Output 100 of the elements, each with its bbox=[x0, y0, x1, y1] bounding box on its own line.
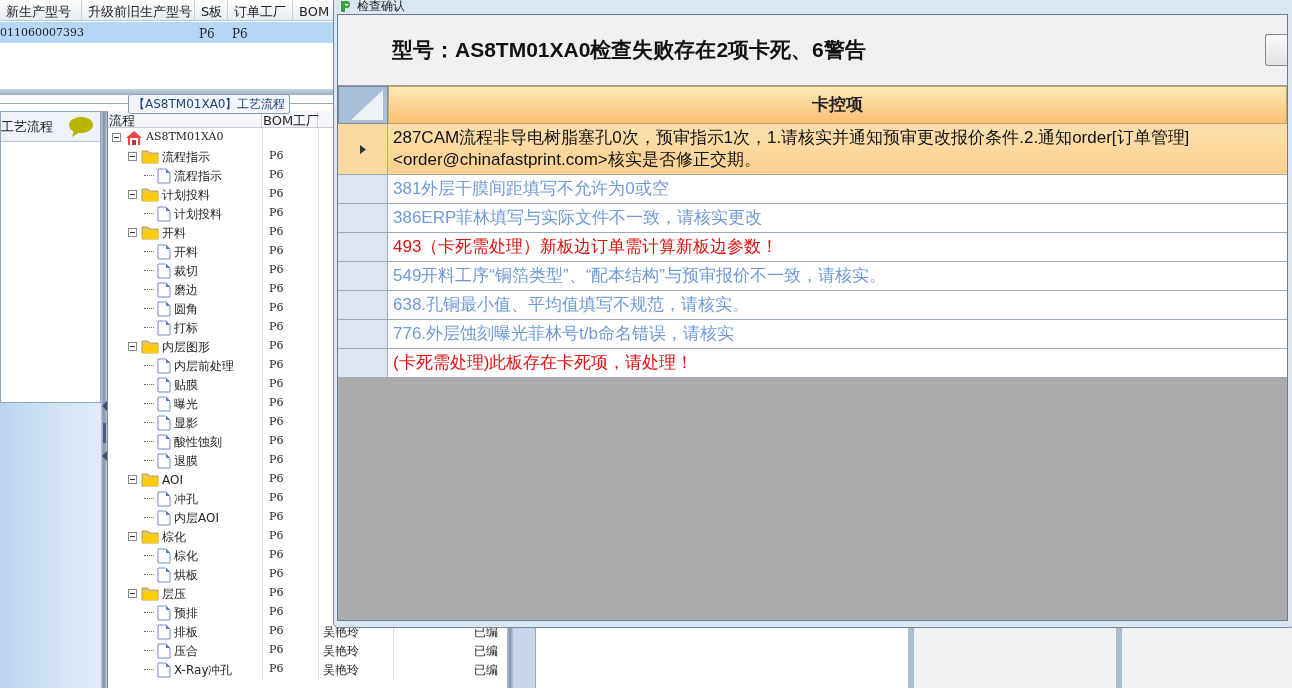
tree-item[interactable]: 排板 bbox=[174, 622, 198, 641]
column-header[interactable]: 升级前旧生产型号 bbox=[82, 0, 195, 20]
tree-item[interactable]: 开料 bbox=[174, 242, 198, 261]
tree-item[interactable]: 棕化 bbox=[162, 527, 186, 546]
collapse-toggle-icon[interactable] bbox=[128, 190, 137, 199]
table-cell: P6 bbox=[269, 357, 284, 374]
tree-item[interactable]: 开料 bbox=[162, 223, 186, 242]
folder-icon bbox=[141, 472, 159, 487]
document-icon bbox=[157, 395, 171, 412]
tree-item[interactable]: 压合 bbox=[174, 641, 198, 660]
table-cell-text: 吴艳玲 bbox=[323, 661, 359, 679]
table-cell: P6 bbox=[269, 243, 284, 260]
tree-item[interactable]: X-Ray冲孔 bbox=[174, 660, 233, 679]
table-cell: P6 bbox=[269, 338, 284, 355]
document-icon bbox=[157, 661, 171, 678]
column-header[interactable]: 新生产型号 bbox=[0, 0, 82, 20]
collapse-toggle-icon[interactable] bbox=[128, 532, 137, 541]
table-cell: P6 bbox=[269, 566, 284, 583]
tree-item[interactable]: AOI bbox=[162, 470, 183, 489]
table-cell: P6 bbox=[269, 262, 284, 279]
tree-item[interactable]: 预排 bbox=[174, 603, 198, 622]
tree-item[interactable]: 磨边 bbox=[174, 280, 198, 299]
tree-item[interactable]: 烘板 bbox=[174, 565, 198, 584]
tree-item[interactable]: AS8TM01XA0 bbox=[146, 129, 224, 146]
current-row-icon bbox=[359, 144, 366, 154]
folder-icon bbox=[141, 586, 159, 601]
tree-item[interactable]: 贴膜 bbox=[174, 375, 198, 394]
document-icon bbox=[157, 604, 171, 621]
document-icon bbox=[157, 490, 171, 507]
tree-item[interactable]: 内层图形 bbox=[162, 337, 210, 356]
table-cell: P6 bbox=[269, 490, 284, 507]
collapse-toggle-icon[interactable] bbox=[128, 589, 137, 598]
tree-item[interactable]: 酸性蚀刻 bbox=[174, 432, 222, 451]
column-header[interactable]: 卡控项 bbox=[388, 86, 1287, 124]
table-cell: P6 bbox=[269, 528, 284, 545]
table-cell: P6 bbox=[269, 471, 284, 488]
column-header[interactable]: 订单工厂 bbox=[228, 0, 293, 20]
folder-icon bbox=[141, 339, 159, 354]
grip-icon bbox=[101, 401, 107, 461]
table-cell: P6 bbox=[269, 224, 284, 241]
table-cell: P6 bbox=[269, 376, 284, 393]
splitter[interactable] bbox=[101, 111, 107, 688]
table-cell-text: 011060007393 bbox=[0, 25, 82, 41]
collapse-toggle-icon[interactable] bbox=[112, 133, 121, 142]
column-header[interactable]: 流程 bbox=[108, 111, 262, 127]
column-header[interactable]: S板 bbox=[195, 0, 228, 20]
tree-item[interactable]: 退膜 bbox=[174, 451, 198, 470]
document-icon bbox=[157, 642, 171, 659]
table-cell: P6 bbox=[269, 167, 284, 184]
document-icon bbox=[157, 281, 171, 298]
tree-item[interactable]: 计划投料 bbox=[162, 185, 210, 204]
tree-item[interactable]: 冲孔 bbox=[174, 489, 198, 508]
tree-item[interactable]: 曝光 bbox=[174, 394, 198, 413]
table-cell: P6 bbox=[269, 414, 284, 431]
document-icon bbox=[157, 376, 171, 393]
tree-item[interactable]: 流程指示 bbox=[174, 166, 222, 185]
tree-item[interactable]: 计划投料 bbox=[174, 204, 222, 223]
table-cell-text: 381外层干膜间距填写不允许为0或空 bbox=[392, 178, 670, 200]
app-logo-icon bbox=[339, 0, 353, 13]
table-cell-text: 已编 bbox=[474, 661, 498, 679]
tree-item[interactable]: 流程指示 bbox=[162, 147, 210, 166]
table-cell-text: 549开料工序“铜箔类型”、“配本结构”与预审报价不一致，请核实。 bbox=[392, 265, 887, 287]
folder-icon bbox=[141, 529, 159, 544]
row-header[interactable] bbox=[338, 124, 388, 174]
tree-item[interactable]: 层压 bbox=[162, 584, 186, 603]
collapse-toggle-icon[interactable] bbox=[128, 152, 137, 161]
panel-title: 工艺流程 bbox=[1, 117, 53, 136]
table-cell: P6 bbox=[269, 300, 284, 317]
table-cell: P6 bbox=[269, 319, 284, 336]
tree-item[interactable]: 打标 bbox=[174, 318, 198, 337]
house-icon bbox=[125, 129, 143, 146]
document-icon bbox=[157, 452, 171, 469]
collapse-toggle-icon[interactable] bbox=[128, 342, 137, 351]
table-cell: P6 bbox=[269, 623, 284, 640]
button[interactable] bbox=[1265, 34, 1287, 66]
tree-item[interactable]: 裁切 bbox=[174, 261, 198, 280]
table-cell-text: 776.外层蚀刻曝光菲林号t/b命名错误，请核实 bbox=[392, 323, 735, 345]
speech-bubble-icon bbox=[68, 115, 94, 138]
tree-item[interactable]: 显影 bbox=[174, 413, 198, 432]
table-cell-text: 吴艳玲 bbox=[323, 642, 359, 660]
tree-item[interactable]: 棕化 bbox=[174, 546, 198, 565]
table-cell-text: (卡死需处理)此板存在卡死项，请处理！ bbox=[392, 352, 695, 374]
table-cell: P6 bbox=[269, 661, 284, 678]
table-cell-text: 386ERP菲林填写与实际文件不一致，请核实更改 bbox=[392, 207, 764, 229]
column-header[interactable]: BOM工厂 bbox=[262, 111, 318, 127]
document-icon bbox=[157, 319, 171, 336]
tree-item[interactable]: 内层AOI bbox=[174, 508, 219, 527]
table-cell: P6 bbox=[269, 281, 284, 298]
collapse-toggle-icon[interactable] bbox=[128, 228, 137, 237]
document-icon bbox=[157, 433, 171, 450]
table-cell: P6 bbox=[269, 547, 284, 564]
folder-icon bbox=[141, 187, 159, 202]
table-cell: P6 bbox=[269, 395, 284, 412]
document-icon bbox=[157, 243, 171, 260]
collapse-toggle-icon[interactable] bbox=[128, 475, 137, 484]
table-cell: P6 bbox=[269, 604, 284, 621]
tree-item[interactable]: 圆角 bbox=[174, 299, 198, 318]
tree-item[interactable]: 内层前处理 bbox=[174, 356, 234, 375]
table-cell: P6 bbox=[269, 585, 284, 602]
table-cell: P6 bbox=[269, 642, 284, 659]
